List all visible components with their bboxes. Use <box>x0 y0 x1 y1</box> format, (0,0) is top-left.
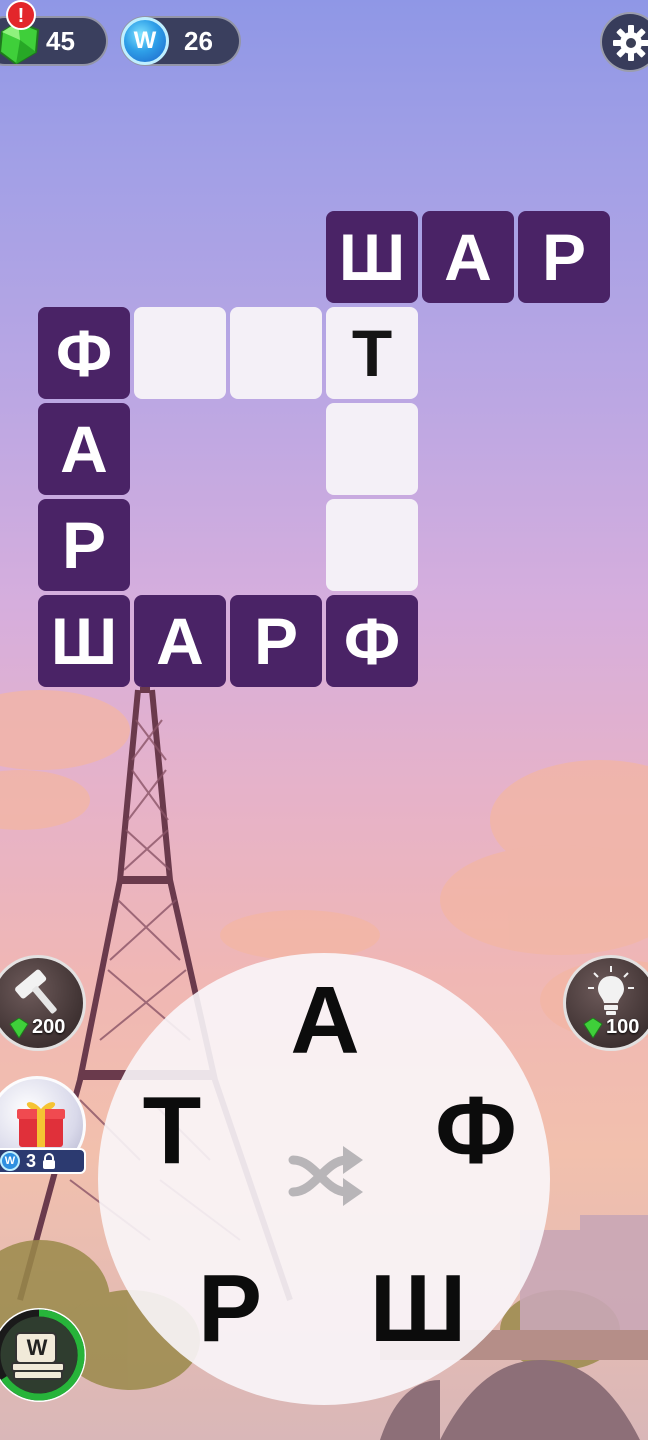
wheel-letter-right[interactable]: Ф <box>421 1076 531 1186</box>
letter-tile[interactable]: Т <box>326 307 418 399</box>
shuffle-button[interactable] <box>285 1138 367 1214</box>
gift-count: 3 <box>26 1150 37 1171</box>
letter-tile[interactable]: Р <box>518 211 610 303</box>
empty-tile[interactable] <box>326 499 418 591</box>
empty-tile[interactable] <box>134 307 226 399</box>
gift-progress-tag: W 3 <box>0 1148 86 1174</box>
gear-icon <box>613 25 648 61</box>
wheel-letter-left[interactable]: Т <box>117 1076 227 1186</box>
w-coin-icon: W <box>0 1151 20 1171</box>
letter-tile[interactable]: Ф <box>326 595 418 687</box>
coins-count: 26 <box>184 25 213 56</box>
hammer-cost-value: 200 <box>32 1016 66 1038</box>
hammer-icon <box>15 969 57 1014</box>
lock-icon <box>43 1153 56 1169</box>
empty-tile[interactable] <box>326 403 418 495</box>
wheel-letter-bottom-left[interactable]: Р <box>175 1254 285 1364</box>
gems-count: 45 <box>46 25 75 56</box>
w-coin-icon: W <box>121 17 169 65</box>
gem-icon <box>583 1017 603 1038</box>
alert-badge: ! <box>6 0 36 30</box>
letter-tile[interactable]: Ш <box>38 595 130 687</box>
letter-tile[interactable]: А <box>422 211 514 303</box>
letter-tile[interactable]: А <box>38 403 130 495</box>
letter-tile[interactable]: Р <box>38 499 130 591</box>
wheel-letter-bottom-right[interactable]: Ш <box>363 1254 473 1364</box>
letter-tile[interactable]: А <box>134 595 226 687</box>
letter-tile[interactable]: Р <box>230 595 322 687</box>
lightbulb-icon <box>588 966 634 1015</box>
hint-cost-value: 100 <box>606 1016 640 1038</box>
letter-tile[interactable]: Ш <box>326 211 418 303</box>
gem-icon <box>9 1017 29 1038</box>
hammer-cost: 200 <box>8 1016 65 1039</box>
shuffle-icon <box>288 1155 352 1197</box>
hint-cost: 100 <box>582 1016 639 1039</box>
letter-tile[interactable]: Ф <box>38 307 130 399</box>
settings-button[interactable] <box>600 12 648 72</box>
gift-icon <box>17 1102 65 1147</box>
wheel-letter-top[interactable]: А <box>270 966 380 1076</box>
empty-tile[interactable] <box>230 307 322 399</box>
word-collection-button[interactable]: W <box>0 1308 86 1402</box>
word-box-letter: W <box>26 1335 48 1360</box>
